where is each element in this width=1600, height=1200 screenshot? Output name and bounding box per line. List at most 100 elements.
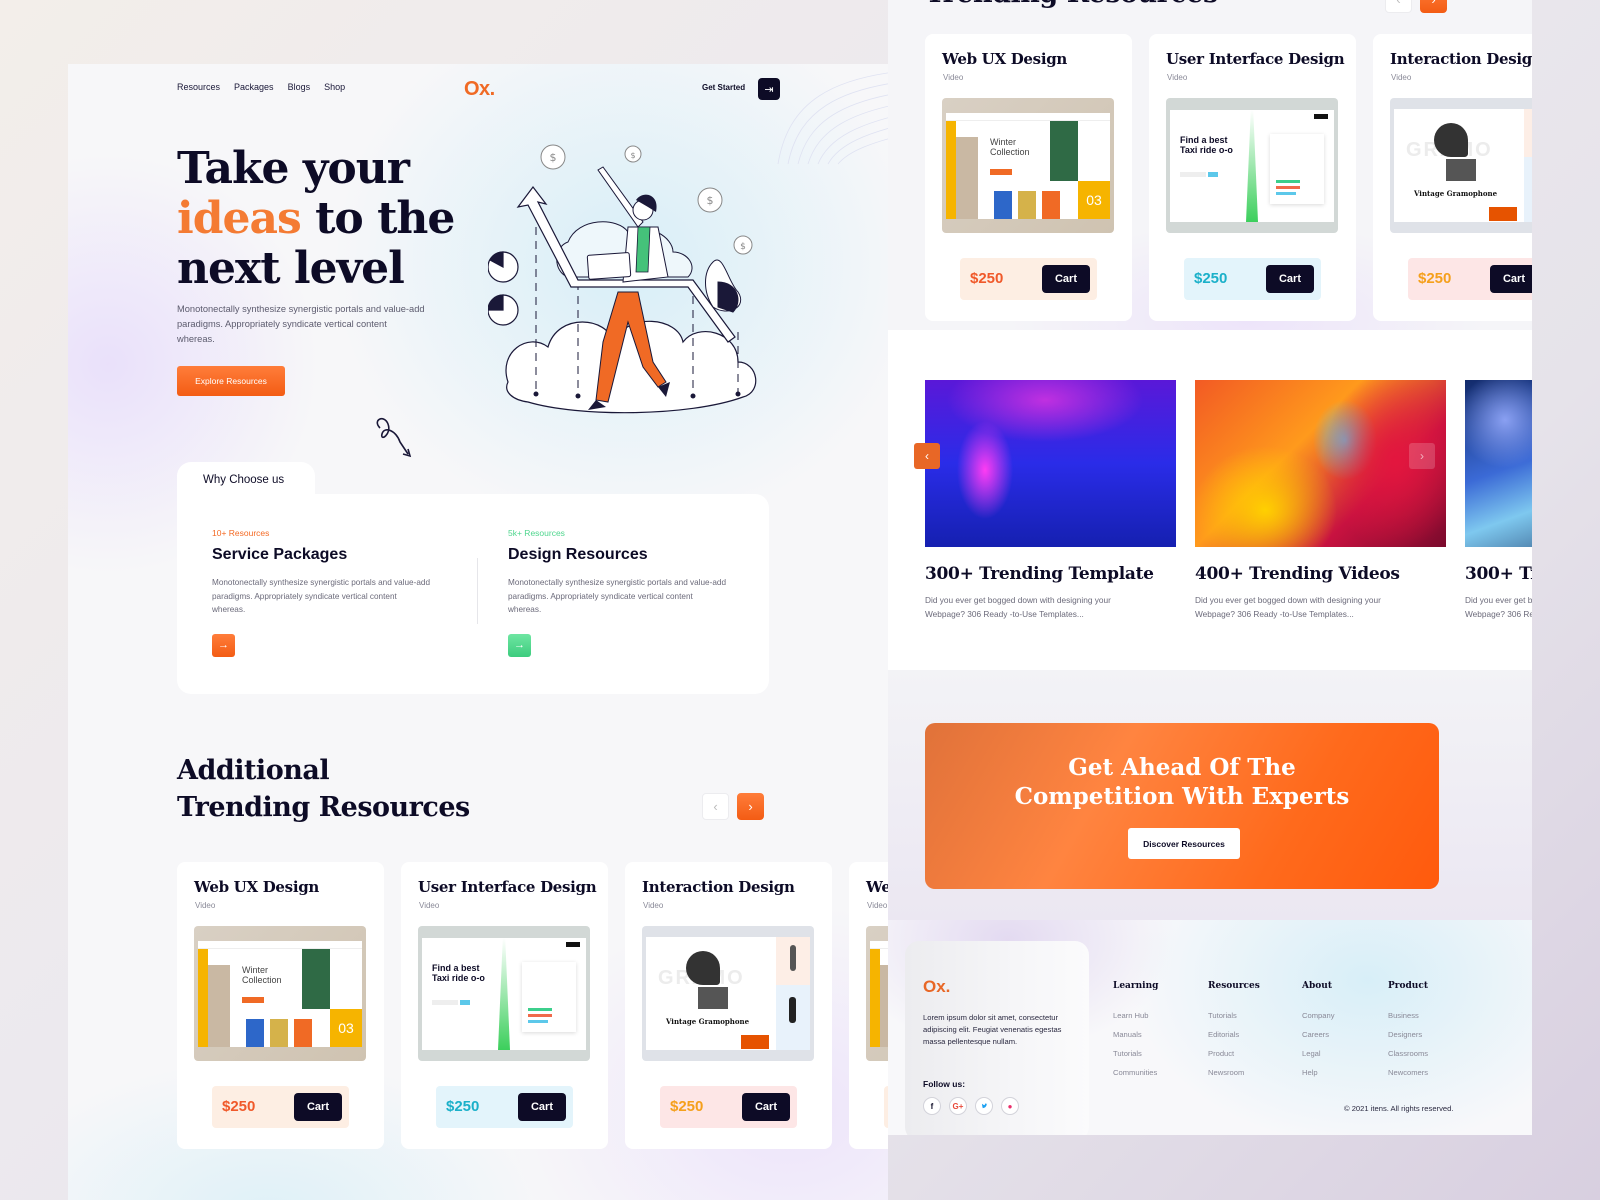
why-choose-card: 10+ Resources Service Packages Monotonec… <box>177 494 769 694</box>
add-to-cart-button[interactable]: Cart <box>1490 265 1532 293</box>
carousel-prev-button[interactable]: ‹ <box>702 793 729 820</box>
footer-link[interactable]: Careers <box>1302 1030 1335 1039</box>
discover-resources-button[interactable]: Discover Resources <box>1128 828 1240 859</box>
media-card[interactable]: 400+ Trending Videos Did you ever get bo… <box>1195 380 1446 621</box>
add-to-cart-button[interactable]: Cart <box>1042 265 1090 293</box>
footer-link[interactable]: Tutorials <box>1113 1049 1158 1058</box>
carousel-next-button[interactable]: › <box>737 793 764 820</box>
nav-link-packages[interactable]: Packages <box>234 82 274 92</box>
media-title: 300+ Trending Template <box>1465 564 1532 584</box>
nav-link-shop[interactable]: Shop <box>324 82 345 92</box>
footer-column-heading: Resources <box>1208 981 1260 991</box>
hero-title-line1: Take your <box>177 143 410 194</box>
nav-link-blogs[interactable]: Blogs <box>288 82 311 92</box>
arrow-right-icon: → <box>218 639 229 651</box>
footer-link[interactable]: Company <box>1302 1011 1335 1020</box>
carousel-nav: ‹ › <box>702 793 764 820</box>
chevron-left-icon: ‹ <box>1396 0 1400 7</box>
media-prev-button[interactable]: ‹ <box>914 443 940 469</box>
resource-card[interactable]: Web UX Design Video Winter Collection 03… <box>925 34 1132 321</box>
footer-column-product: Product Business Designers Classrooms Newco… <box>1388 981 1428 1087</box>
resource-thumbnail: Winter Collection 03 <box>866 926 888 1061</box>
hero-title-line2: to the <box>300 193 455 244</box>
carousel-next-button[interactable]: › <box>1420 0 1447 13</box>
brand-logo[interactable]: Ox. <box>464 78 495 101</box>
add-to-cart-button[interactable]: Cart <box>742 1093 790 1121</box>
price-box: $250 Cart <box>960 258 1097 300</box>
resource-title: Interaction Design <box>1390 50 1532 68</box>
footer-link[interactable]: Communities <box>1113 1068 1158 1077</box>
footer-link[interactable]: Editorials <box>1208 1030 1260 1039</box>
resource-thumbnail: GRAMO Vintage Gramophone <box>1390 98 1532 233</box>
resource-card[interactable]: User Interface Design Video Find a best … <box>1149 34 1356 321</box>
resource-card[interactable]: Web UX Design Video Winter Collection 03… <box>849 862 888 1149</box>
media-title: 400+ Trending Videos <box>1195 564 1400 584</box>
resource-thumbnail: Winter Collection 03 <box>194 926 366 1061</box>
resource-card[interactable]: Interaction Design Video GRAMO Vintage G… <box>1373 34 1532 321</box>
media-next-button[interactable]: › <box>1409 443 1435 469</box>
price-label: $250 <box>670 1098 704 1115</box>
taxi-app-thumbnail: Find a best Taxi ride o-o <box>1166 98 1338 233</box>
footer-link[interactable]: Help <box>1302 1068 1335 1077</box>
add-to-cart-button[interactable]: Cart <box>518 1093 566 1121</box>
resource-card-list: Web UX Design Video Winter Collection 03… <box>925 34 1532 321</box>
nav-link-resources[interactable]: Resources <box>177 82 220 92</box>
resource-card[interactable]: Web UX Design Video Winter Collection 03… <box>177 862 384 1149</box>
footer-link[interactable]: Designers <box>1388 1030 1428 1039</box>
footer-link[interactable]: Tutorials <box>1208 1011 1260 1020</box>
arrow-right-icon: → <box>514 639 525 651</box>
svg-text:$: $ <box>707 194 714 207</box>
feature-description: Monotonectally synthesize synergistic po… <box>508 578 726 614</box>
add-to-cart-button[interactable]: Cart <box>1266 265 1314 293</box>
footer-link[interactable]: Manuals <box>1113 1030 1158 1039</box>
chevron-right-icon: › <box>748 799 753 814</box>
footer-link[interactable]: Newcomers <box>1388 1068 1428 1077</box>
cloud-bottom <box>505 320 757 414</box>
resource-category: Video <box>1391 73 1412 82</box>
carousel-prev-button[interactable]: ‹ <box>1385 0 1412 13</box>
media-title: 300+ Trending Template <box>925 564 1154 584</box>
feature-tag: 5k+ Resources <box>508 528 565 538</box>
footer-column-heading: Product <box>1388 981 1428 991</box>
google-plus-icon[interactable]: G+ <box>949 1097 967 1115</box>
feature-description: Monotonectally synthesize synergistic po… <box>212 578 430 614</box>
footer-link[interactable]: Learn Hub <box>1113 1011 1158 1020</box>
hero-illustration: $ $ $ $ <box>488 144 757 414</box>
footer-link[interactable]: Product <box>1208 1049 1260 1058</box>
landing-page-main: Resources Packages Blogs Shop Ox. Get St… <box>68 64 888 1200</box>
resource-category: Video <box>1167 73 1188 82</box>
footer-column-learning: Learning Learn Hub Manuals Tutorials Commun… <box>1113 981 1158 1087</box>
media-card[interactable]: 300+ Trending Template Did you ever get … <box>925 380 1176 621</box>
explore-resources-button[interactable]: Explore Resources <box>177 366 285 396</box>
resource-card[interactable]: User Interface Design Video Find a best … <box>401 862 608 1149</box>
footer-logo[interactable]: Ox. <box>923 977 950 997</box>
footer-link[interactable]: Newsroom <box>1208 1068 1260 1077</box>
design-resources-arrow-button[interactable]: → <box>508 633 531 657</box>
carousel-nav: ‹ › <box>1385 0 1447 13</box>
facebook-icon[interactable]: f <box>923 1097 941 1115</box>
landing-page-continued: Trending Resources ‹ › Web UX Design Vid… <box>888 0 1532 1135</box>
media-card[interactable]: 300+ Trending Template Did you ever get … <box>1465 380 1532 621</box>
footer-link[interactable]: Classrooms <box>1388 1049 1428 1058</box>
footer-link[interactable]: Legal <box>1302 1049 1335 1058</box>
resource-title: Web UX Design <box>942 50 1068 68</box>
chevron-left-icon: ‹ <box>713 799 718 814</box>
gramophone-thumbnail: GRAMO Vintage Gramophone <box>1390 98 1532 233</box>
resource-category: Video <box>943 73 964 82</box>
svg-text:$: $ <box>740 242 746 252</box>
feature-divider <box>477 558 478 624</box>
service-packages-arrow-button[interactable]: → <box>212 633 235 657</box>
resource-category: Video <box>643 901 664 910</box>
twitter-icon[interactable] <box>975 1097 993 1115</box>
footer-link[interactable]: Business <box>1388 1011 1428 1020</box>
feature-service-packages: 10+ Resources Service Packages Monotonec… <box>212 528 432 657</box>
add-to-cart-button[interactable]: Cart <box>294 1093 342 1121</box>
get-started-link[interactable]: Get Started <box>702 83 745 92</box>
follow-us-label: Follow us: <box>923 1079 966 1089</box>
cta-title: Get Ahead Of The Competition With Experts <box>1014 754 1350 810</box>
price-box: $250 Cart <box>660 1086 797 1128</box>
get-started-button[interactable]: ⇥ <box>758 78 780 100</box>
resource-card[interactable]: Interaction Design Video GRAMO Vintage G… <box>625 862 832 1149</box>
dribbble-icon[interactable]: ● <box>1001 1097 1019 1115</box>
winter-collection-thumbnail: Winter Collection 03 <box>194 926 366 1061</box>
